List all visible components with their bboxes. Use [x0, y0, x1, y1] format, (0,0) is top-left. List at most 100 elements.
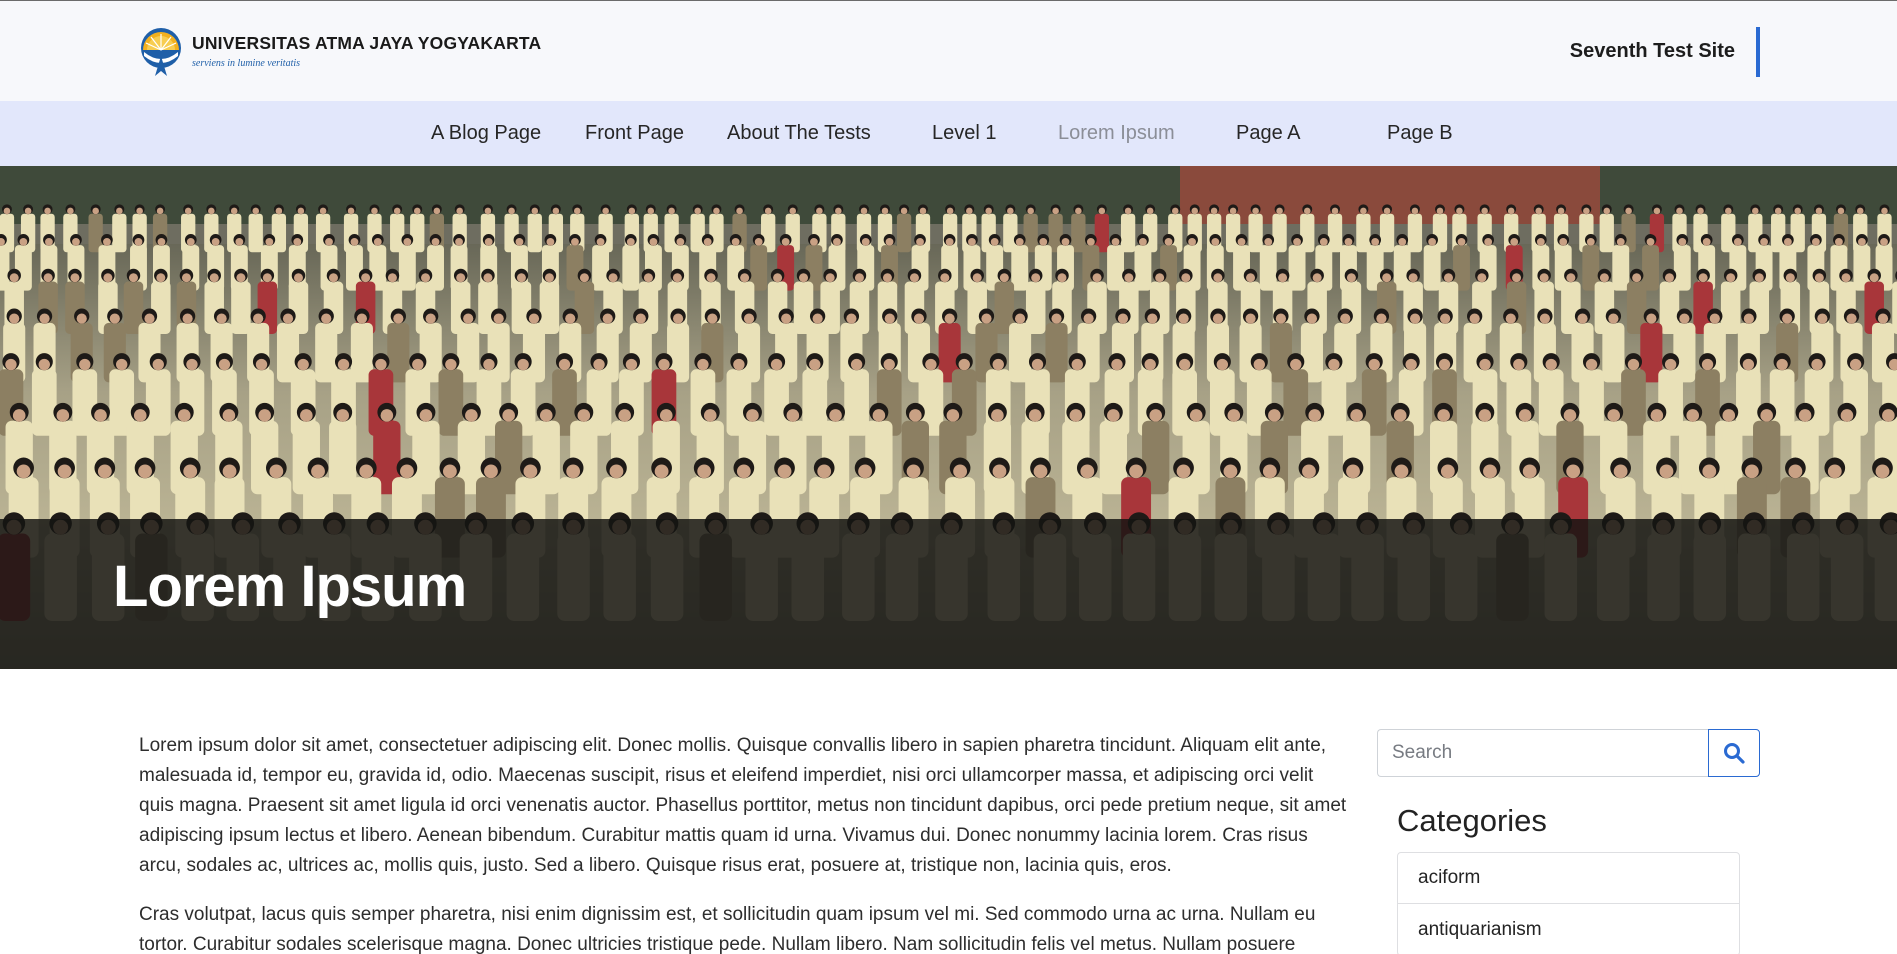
crowd-person-face	[1702, 464, 1717, 479]
crowd-person-face	[966, 207, 973, 215]
site-name-link[interactable]: Seventh Test Site	[1570, 40, 1735, 63]
crowd-person-face	[1457, 237, 1466, 246]
crowd-person-face	[484, 464, 498, 479]
crowd-person-face	[810, 237, 818, 246]
crowd-person-face	[773, 273, 783, 283]
crowd-person-face	[1007, 207, 1014, 215]
crowd-person-face	[1650, 409, 1664, 422]
crowd-person-face	[1856, 207, 1864, 215]
crowd-person-face	[157, 237, 166, 246]
crowd-person-face	[1798, 409, 1812, 422]
crowd-person-face	[1124, 207, 1132, 215]
crowd-person-face	[230, 207, 238, 215]
crowd-person-face	[211, 237, 220, 246]
crowd-person-body	[248, 213, 263, 253]
crowd-person-face	[628, 207, 636, 215]
nav-item-lorem-ipsum[interactable]: Lorem Ipsum	[1058, 122, 1175, 145]
crowd-person-face	[596, 237, 605, 246]
crowd-person-face	[626, 237, 635, 246]
crowd-person-face	[1479, 358, 1491, 371]
crowd-person-face	[1676, 207, 1683, 215]
crowd-person-face	[1698, 273, 1708, 283]
search-icon	[1724, 743, 1745, 764]
crowd-person-body	[1071, 213, 1086, 253]
crowd-person-face	[817, 464, 832, 479]
crowd-person-face	[1632, 273, 1642, 283]
nav-item-level-1[interactable]: Level 1	[932, 122, 997, 145]
crowd-person-face	[9, 313, 20, 324]
crowd-person-face	[209, 273, 219, 283]
crowd-person-face	[1107, 409, 1120, 422]
crowd-person-face	[1051, 313, 1062, 324]
crowd-person-face	[109, 313, 120, 324]
crowd-person-face	[311, 464, 325, 479]
crowd-person-face	[1880, 237, 1888, 246]
site-name-accent-bar	[1756, 27, 1760, 77]
crowd-person-face	[1052, 207, 1059, 215]
crowd-person-face	[1057, 273, 1067, 283]
nav-item-page-b[interactable]: Page B	[1387, 122, 1453, 145]
crowd-person-face	[1443, 273, 1453, 283]
crowd-person-face	[94, 409, 107, 422]
crowd-person-face	[707, 313, 718, 324]
crowd-person-face	[968, 237, 976, 246]
category-link-antiquarianism[interactable]: antiquarianism	[1398, 904, 1739, 954]
crowd-person-face	[872, 409, 886, 422]
content-paragraph: Lorem ipsum dolor sit amet, consectetuer…	[139, 735, 1347, 876]
crowd-person-face	[1015, 237, 1024, 246]
crowd-person-face	[282, 313, 294, 324]
category-link-aciform[interactable]: aciform	[1398, 853, 1739, 904]
crowd-person-face	[1811, 358, 1823, 371]
crowd-person-face	[1340, 313, 1351, 324]
crowd-person-face	[733, 358, 745, 371]
crowd-person-face	[97, 464, 112, 479]
crowd-person-face	[1306, 313, 1318, 324]
crowd-person-face	[136, 207, 143, 215]
crowd-person-face	[743, 313, 755, 324]
crowd-person-face	[883, 358, 895, 371]
crowd-person-face	[347, 207, 355, 215]
crowd-person-face	[1545, 358, 1557, 371]
crowd-person-face	[1229, 207, 1237, 215]
search-input[interactable]	[1377, 729, 1708, 777]
crowd-person-face	[1344, 237, 1353, 246]
search-button[interactable]	[1708, 729, 1760, 777]
nav-item-about-the-tests[interactable]: About The Tests	[727, 122, 871, 145]
crowd-person-face	[1253, 358, 1265, 371]
crowd-person-face	[565, 313, 576, 324]
crowd-person-face	[483, 358, 495, 371]
crowd-person-face	[19, 237, 28, 246]
crowd-person-face	[133, 409, 147, 422]
search-form	[1377, 729, 1760, 777]
crowd-person-face	[544, 273, 554, 283]
crowd-person-face	[858, 464, 872, 479]
crowd-person-face	[816, 207, 823, 215]
crowd-person-face	[508, 207, 515, 215]
crowd-person-face	[484, 207, 492, 215]
crowd-person-face	[1213, 273, 1223, 283]
crowd-person-face	[1686, 409, 1700, 422]
crowd-person-face	[731, 237, 740, 246]
crowd-person-face	[846, 313, 857, 324]
crowd-person-face	[515, 237, 524, 246]
university-logo[interactable]: UNIVERSITAS ATMA JAYA YOGYAKARTA servien…	[138, 25, 541, 79]
crowd-person-face	[1653, 207, 1661, 215]
crowd-person-face	[413, 207, 421, 215]
crowd-person-face	[1147, 313, 1158, 324]
crowd-person-face	[350, 237, 359, 246]
crowd-person-face	[1505, 313, 1516, 324]
crowd-person-body	[1423, 245, 1441, 291]
crowd-person-face	[1394, 464, 1409, 479]
crowd-person-face	[573, 207, 581, 215]
crowd-person-face	[1303, 207, 1311, 215]
crowd-person-face	[1849, 358, 1862, 371]
crowd-person-face	[1840, 409, 1854, 422]
crowd-person-face	[1146, 207, 1154, 215]
crowd-person-face	[1350, 409, 1363, 422]
nav-item-page-a[interactable]: Page A	[1236, 122, 1301, 145]
crowd-person-face	[484, 237, 493, 246]
crowd-person-face	[1181, 273, 1191, 283]
crowd-person-face	[1877, 313, 1889, 324]
nav-item-front-page[interactable]: Front Page	[585, 122, 684, 145]
nav-item-a-blog-page[interactable]: A Blog Page	[431, 122, 541, 145]
